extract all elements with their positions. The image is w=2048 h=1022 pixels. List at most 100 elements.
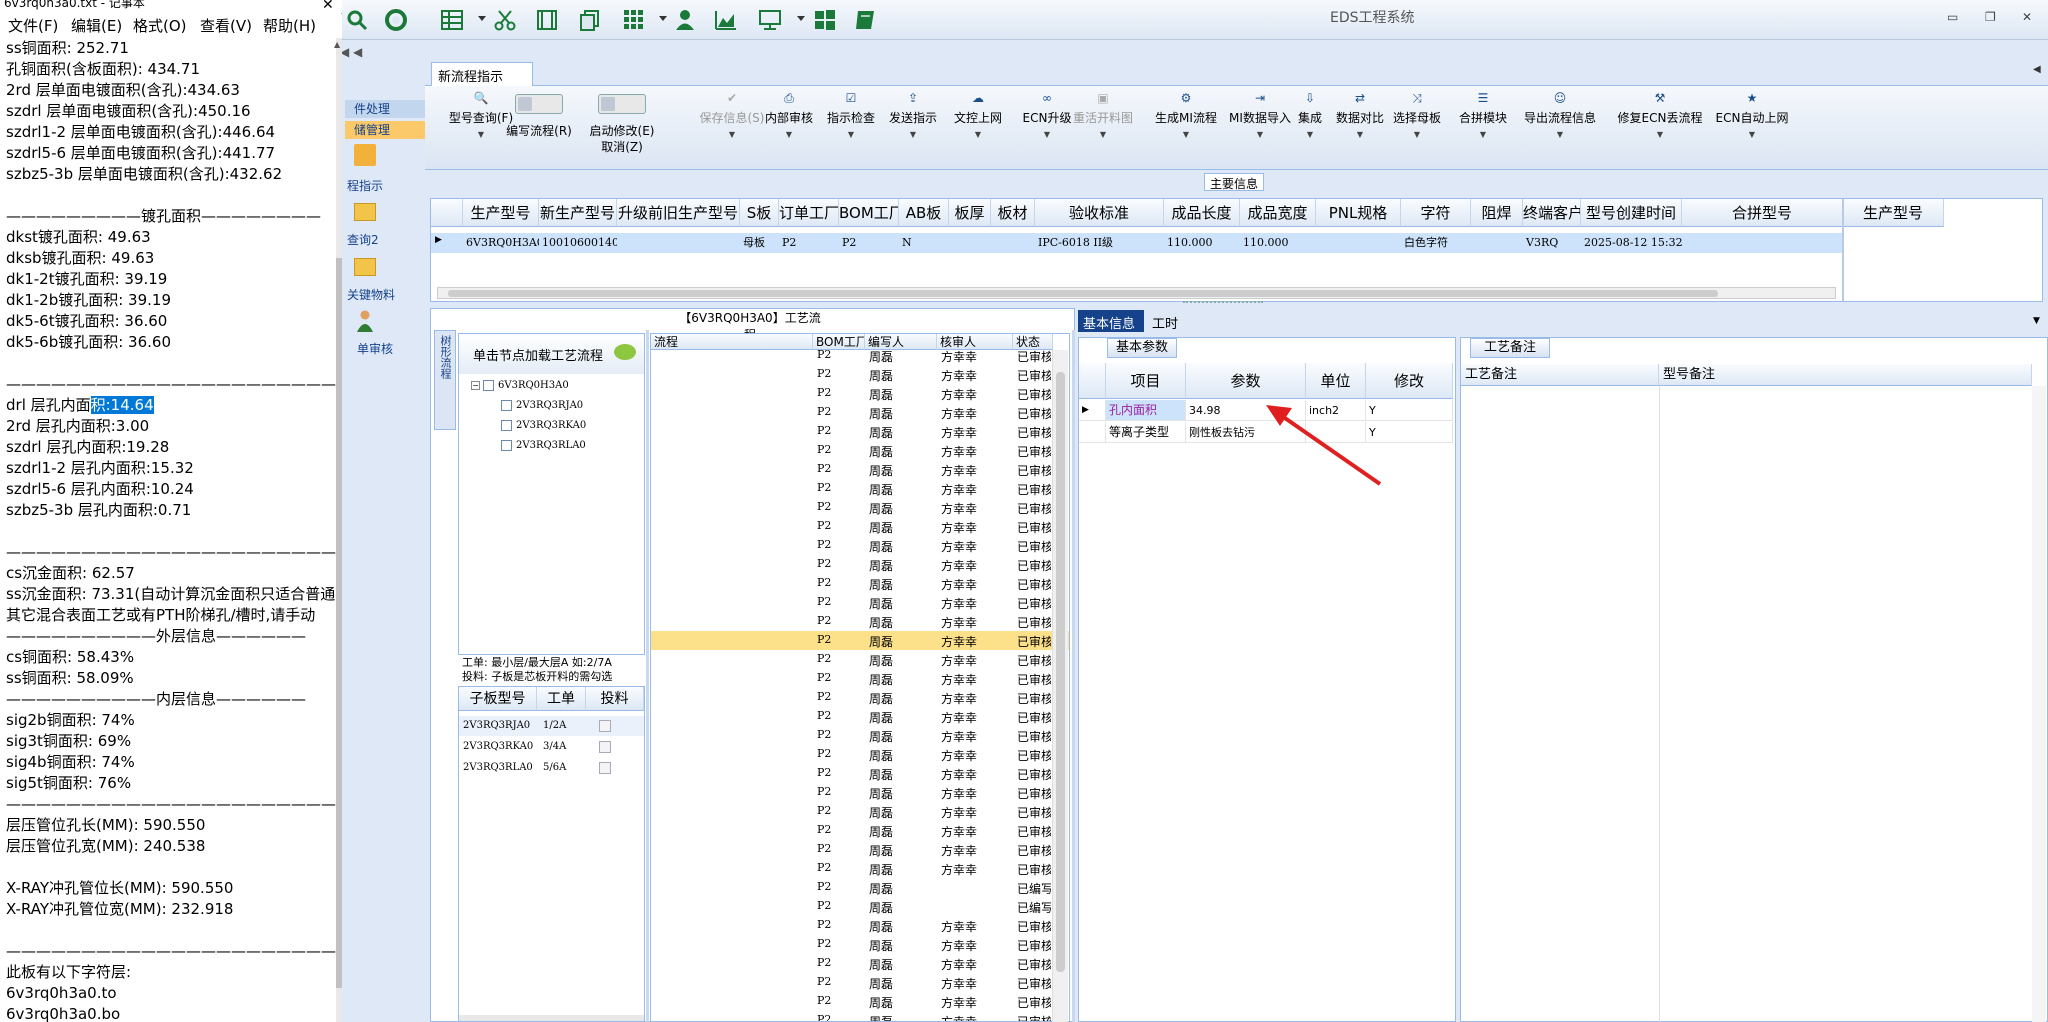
chevron-down-icon[interactable]: ▼ (1068, 130, 1138, 139)
close-icon[interactable]: ✕ (322, 0, 334, 13)
sub-grid-header[interactable]: 工单 (537, 687, 586, 711)
table-row[interactable]: 显影P2周磊方幸幸已审核 (651, 783, 1069, 802)
table-row[interactable]: 板镀P2周磊方幸幸已审核 (651, 688, 1069, 707)
search-icon[interactable] (345, 8, 369, 32)
area-chart-icon[interactable] (714, 8, 738, 32)
table-row[interactable]: 曝光P2周磊方幸幸已审核 (651, 764, 1069, 783)
checkbox[interactable] (599, 720, 611, 732)
chevron-down-icon[interactable]: ▼ (1604, 130, 1716, 139)
film-icon[interactable] (535, 8, 559, 32)
toolbar-button[interactable]: 取消(Z) (574, 138, 670, 155)
grid-header[interactable]: PNL规格 (1316, 199, 1401, 227)
splitter[interactable] (1072, 330, 1075, 1022)
toolbar-button[interactable]: 编写流程(R) (491, 122, 587, 139)
grid-cell[interactable]: 6V3RQ0H3A0 (463, 233, 539, 253)
grid-header[interactable]: S板 (740, 199, 779, 227)
grid-header[interactable]: 新生产型号 (539, 199, 617, 227)
grid-header[interactable]: BOM工厂 (839, 199, 899, 227)
nav-item-5[interactable]: 单审核 (357, 340, 393, 357)
grid-header[interactable]: AB板 (899, 199, 949, 227)
param-header[interactable]: 单位 (1306, 363, 1366, 399)
grid-cell[interactable] (617, 233, 740, 253)
grid-header[interactable]: 生产型号 (463, 199, 539, 227)
table-row[interactable]: −外层干膜P2周磊方幸幸已审核 (651, 707, 1069, 726)
chevron-down-icon[interactable] (797, 16, 805, 21)
comment-icon[interactable] (614, 344, 636, 360)
sub-model-cell[interactable]: 2V3RQ3RJA0 (463, 716, 530, 736)
windows-icon[interactable] (813, 8, 837, 32)
checkbox[interactable] (599, 741, 611, 753)
toolbar-button[interactable]: ⚒ 修复ECN丢流程 ▼ (1604, 90, 1716, 139)
sub-order-cell[interactable]: 3/4A (543, 737, 566, 757)
table-row[interactable]: 等离子处理1P2周磊方幸幸已审核 (651, 631, 1069, 650)
menu-format[interactable]: 格式(O) (133, 14, 187, 38)
tab-basic-info[interactable]: 基本信息 (1078, 310, 1144, 332)
table-row[interactable]: 去毛刺1P2周磊方幸幸已审核 (651, 593, 1069, 612)
toolbar-button[interactable]: 启动修改(E) (574, 122, 670, 139)
table-row[interactable]: 图形电镀P2周磊方幸幸已审核 (651, 821, 1069, 840)
grid-cell[interactable]: P2 (839, 233, 899, 253)
splitter[interactable] (646, 330, 649, 1022)
tab-work-hours[interactable]: 工时 (1152, 313, 1178, 332)
chevron-down-icon[interactable]: ▼ (2033, 316, 2040, 326)
user-icon[interactable] (673, 8, 697, 32)
chevron-down-icon[interactable]: ▼ (761, 130, 817, 139)
side-tab-tree[interactable]: 树形流程 (434, 330, 456, 430)
param-item-cell[interactable]: 等离子类型 (1106, 422, 1186, 443)
nav-item-4[interactable]: 关键物料 (347, 286, 395, 303)
toolbar-button[interactable]: ⚙ 生成MI流程 ▼ (1144, 90, 1228, 139)
grid-cell[interactable]: V3RQ (1523, 233, 1581, 253)
grid-header[interactable]: 验收标准 (1035, 199, 1164, 227)
chevron-down-icon[interactable] (659, 16, 667, 21)
grid-cell[interactable]: 母板 (740, 233, 779, 253)
menu-edit[interactable]: 编辑(E) (71, 14, 122, 38)
notepad-vscrollbar[interactable]: ▲ (334, 38, 342, 1022)
notes-vscrollbar[interactable] (2032, 386, 2046, 1022)
scissors-icon[interactable] (493, 8, 517, 32)
menu-view[interactable]: 查看(V) (200, 14, 252, 38)
param-header[interactable]: 参数 (1186, 363, 1306, 399)
table-row[interactable]: 陶瓷磨板P2周磊方幸幸已审核 (651, 441, 1069, 460)
grid-cell[interactable]: IPC-6018 II级 (1035, 233, 1164, 253)
table-row[interactable]: −外层蚀刻1P2周磊方幸幸已审核 (651, 916, 1069, 935)
chevron-down-icon[interactable]: ▼ (1290, 130, 1330, 139)
toolbar-button[interactable]: ☰ 合拼模块 ▼ (1455, 90, 1511, 139)
nav-item-3[interactable]: 查询2 (347, 231, 379, 248)
grid-header[interactable]: 字符 (1401, 199, 1471, 227)
menu-file[interactable]: 文件(F) (8, 14, 58, 38)
nav-item-0[interactable]: 件处理 (345, 100, 425, 118)
chevron-down-icon[interactable]: ▼ (950, 130, 1006, 139)
tree-child[interactable]: 2V3RQ3RKA0 (501, 420, 586, 431)
grid-cell[interactable] (991, 233, 1035, 253)
grid-header[interactable]: 阻焊 (1471, 199, 1523, 227)
table-row[interactable]: 树脂塞孔P2周磊方幸幸已审核 (651, 384, 1069, 403)
sub-model-cell[interactable]: 2V3RQ3RKA0 (463, 737, 533, 757)
close-button[interactable]: ✕ (2022, 10, 2032, 24)
grid-hscrollbar[interactable] (437, 287, 1836, 299)
grid-cell[interactable]: N (899, 233, 949, 253)
grid-header[interactable]: 订单工厂 (779, 199, 839, 227)
toolbar-button[interactable]: ⎙ 内部审核 ▼ (761, 90, 817, 139)
toggle-switch[interactable] (515, 94, 563, 114)
grid-header[interactable]: 合拼型号 (1682, 199, 1843, 227)
menu-help[interactable]: 帮助(H) (263, 14, 316, 38)
nav-item-2[interactable]: 程指示 (347, 177, 383, 194)
tree-child[interactable]: 2V3RQ3RLA0 (501, 440, 586, 451)
grid-icon[interactable] (622, 8, 646, 32)
param-item-cell[interactable]: 孔内面积 (1106, 400, 1186, 421)
tree-child[interactable]: 2V3RQ3RJA0 (501, 400, 583, 411)
chevron-down-icon[interactable]: ▼ (1389, 130, 1445, 139)
grid-cell[interactable]: 白色字符 (1401, 233, 1471, 253)
toolbar-button[interactable]: ⇪ 发送指示 ▼ (885, 90, 941, 139)
table-row[interactable]: 塞孔AOI1P2周磊方幸幸已审核 (651, 479, 1069, 498)
tree-root[interactable]: −6V3RQ0H3A0 (471, 380, 569, 391)
param-header[interactable]: 修改 (1366, 363, 1453, 399)
grid-cell[interactable]: 10010600140264 (539, 233, 617, 253)
table-row[interactable]: −AOIP2周磊方幸幸已审核 (651, 992, 1069, 1011)
param-header[interactable]: 项目 (1106, 363, 1186, 399)
grid-header[interactable]: 板厚 (949, 199, 991, 227)
grid-header[interactable]: 板材 (991, 199, 1035, 227)
chevron-down-icon[interactable]: ▼ (885, 130, 941, 139)
sub-grid-header[interactable]: 子板型号 (459, 687, 537, 711)
tab-menu-arrow[interactable]: ◀ (2033, 64, 2041, 75)
